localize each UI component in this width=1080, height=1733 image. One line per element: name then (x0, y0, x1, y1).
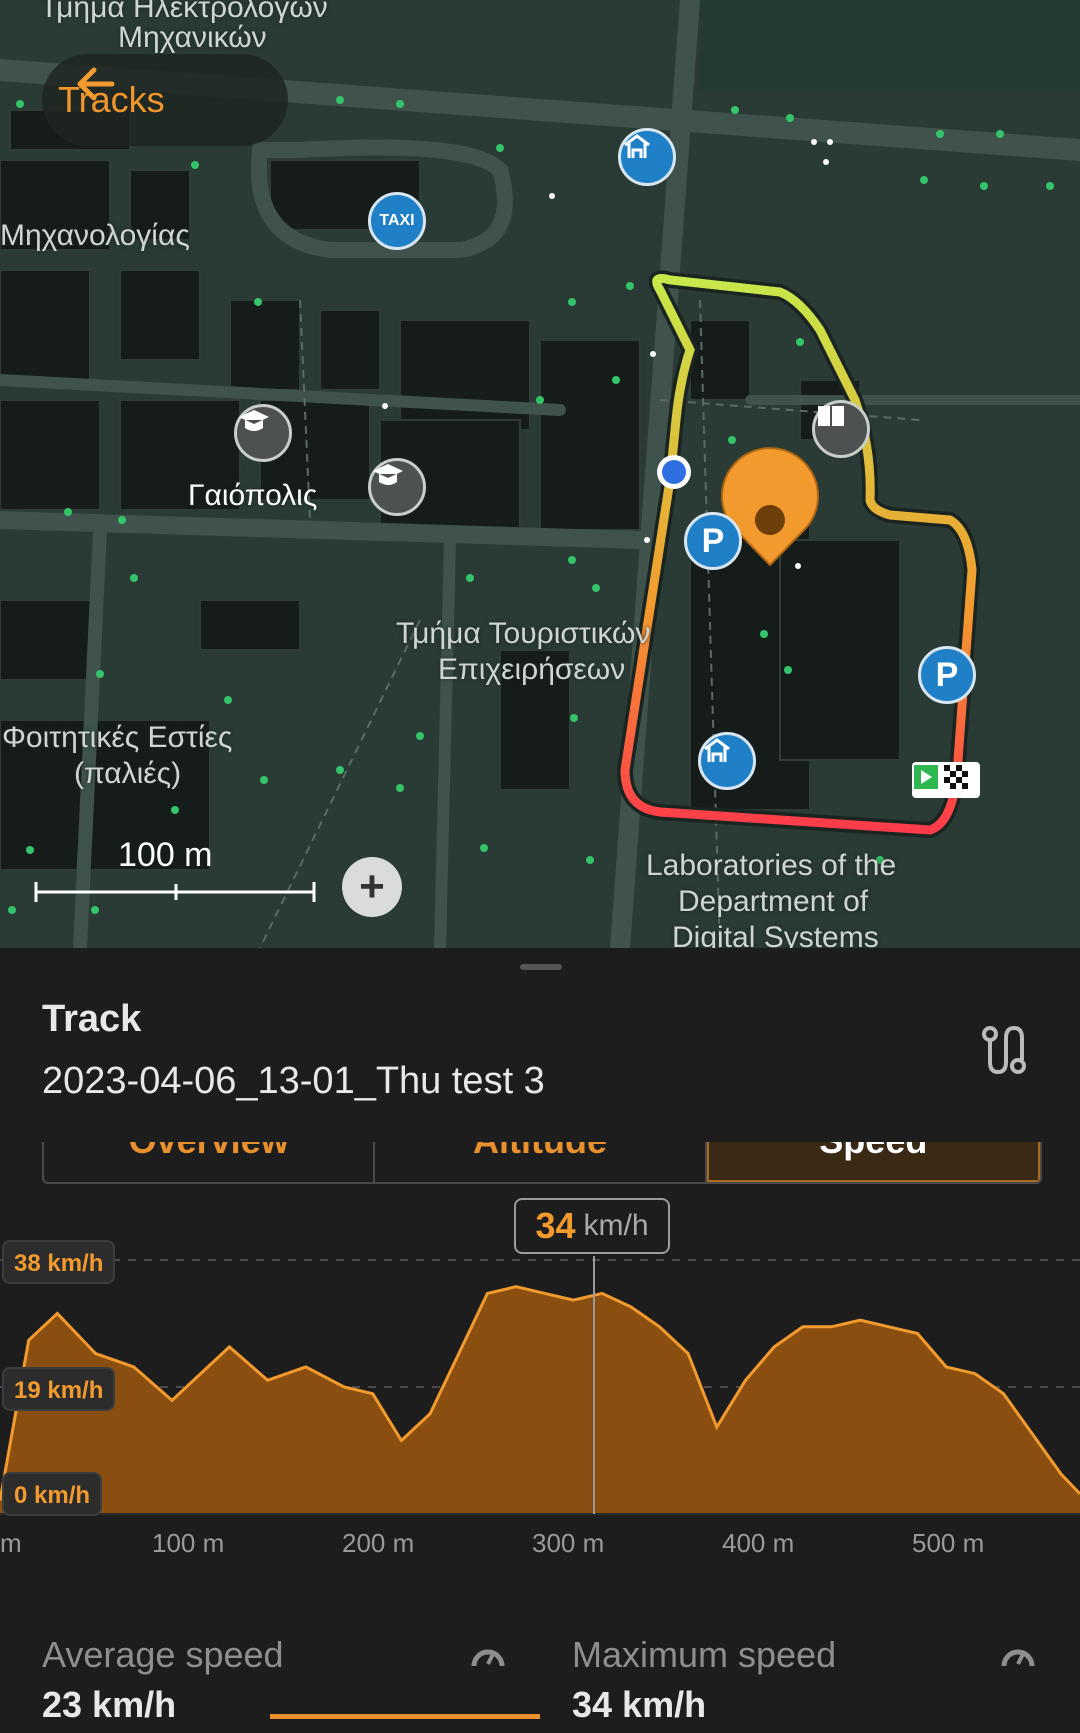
average-speed-value: 23 km/h (42, 1684, 177, 1725)
speedometer-icon (471, 1649, 505, 1667)
x-tick-label: 200 m (342, 1528, 415, 1558)
x-tick-label: 300 m (532, 1528, 605, 1558)
route-icon[interactable] (976, 1022, 1032, 1078)
maximum-speed-value: 34 km/h (572, 1684, 707, 1725)
tab-label: Altitude (375, 1142, 704, 1162)
x-tick-label: 100 m (152, 1528, 225, 1558)
speedometer-icon (1001, 1649, 1035, 1667)
scale-label: 100 m (118, 836, 213, 874)
track-name: 2023-04-06_13-01_Thu test 3 (42, 1060, 545, 1102)
tab-label: Speed (709, 1142, 1038, 1162)
map-label-dorms: Φοιτητικές Εστίες (2, 720, 232, 756)
back-to-tracks-button[interactable]: Tracks (42, 54, 288, 146)
map-label-labs-1: Laboratories of the (646, 848, 896, 884)
tooltip-value: 34 (535, 1205, 576, 1246)
y-tick-label: 0 km/h (2, 1472, 103, 1516)
maximum-speed-label: Maximum speed (572, 1634, 837, 1675)
map-label-text: Επιχειρήσεων (438, 653, 626, 686)
average-speed-label: Average speed (42, 1634, 284, 1675)
zoom-in-button[interactable]: + (342, 857, 402, 917)
sheet-drag-handle[interactable] (520, 964, 562, 970)
tooltip-unit: km/h (583, 1209, 649, 1242)
parking-icon[interactable]: P (918, 646, 976, 704)
map-label-text: Τμήμα Τουριστικών (396, 617, 651, 650)
education-icon[interactable] (234, 404, 292, 462)
map-label-tourism: Τμήμα Τουριστικών (396, 616, 650, 652)
map-view[interactable]: Τμήμα Ηλεκτρολόγων Μηχανικών Μηχανολογία… (0, 0, 1080, 948)
y-tick-label: 38 km/h (2, 1240, 116, 1284)
stats-page-indicator (270, 1714, 540, 1719)
map-label-labs-3: Digital Systems (672, 920, 879, 948)
x-tick-label: m (0, 1528, 22, 1558)
x-tick-label: 400 m (722, 1528, 795, 1558)
education-icon[interactable] (368, 458, 426, 516)
sheet-title: Track (42, 998, 142, 1040)
map-label-text: Department of (678, 885, 869, 918)
map-label-text: Γαιόπολις (188, 479, 318, 512)
taxi-icon[interactable]: TAXI (368, 192, 426, 250)
tab-label: Overview (44, 1142, 373, 1162)
map-label-gaiopolis: Γαιόπολις (188, 478, 317, 514)
map-label-text: Μηχανικών (118, 21, 267, 54)
x-tick-label: 500 m (912, 1528, 985, 1558)
shelter-icon[interactable] (618, 128, 676, 186)
y-tick-label: 19 km/h (2, 1367, 116, 1411)
map-label-mechanical: Μηχανολογίας (0, 218, 190, 254)
map-label-tourism-2: Επιχειρήσεων (438, 652, 625, 688)
map-label-labs-2: Department of (678, 884, 868, 920)
library-icon[interactable] (812, 400, 870, 458)
map-label-text: (παλιές) (74, 757, 182, 790)
start-finish-icon[interactable] (912, 762, 980, 798)
map-label-text: Laboratories of the (646, 849, 897, 882)
map-label-dorms-2: (παλιές) (74, 756, 181, 792)
parking-icon[interactable]: P (684, 512, 742, 570)
map-label-text: Μηχανολογίας (0, 219, 190, 252)
map-label-electrical-2: Μηχανικών (118, 20, 267, 56)
map-label-text: Digital Systems (672, 921, 879, 948)
speed-area (0, 1286, 1080, 1514)
map-label-text: Φοιτητικές Εστίες (2, 721, 233, 754)
arrow-left-icon (77, 67, 115, 101)
shelter-icon[interactable] (698, 732, 756, 790)
chart-tooltip: 34 km/h (514, 1198, 670, 1254)
